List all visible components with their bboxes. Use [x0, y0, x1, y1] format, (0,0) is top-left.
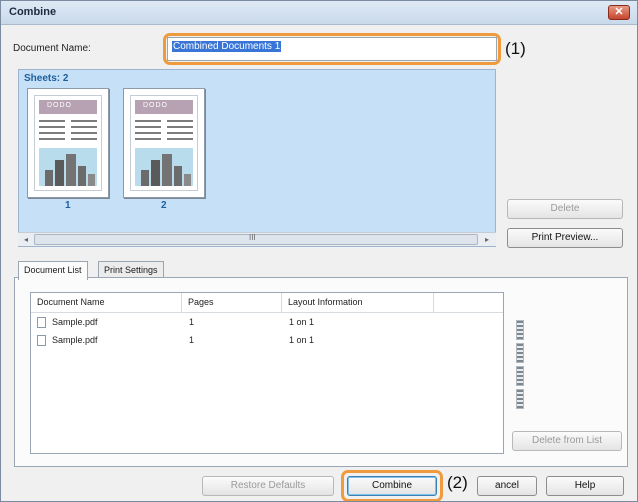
- city-image-icon: [39, 148, 97, 186]
- building-shape: [184, 174, 191, 186]
- text-line: [39, 132, 65, 134]
- scroll-left-icon[interactable]: ◂: [19, 233, 33, 246]
- text-line: [135, 138, 161, 140]
- reorder-controls: [516, 320, 526, 410]
- text-line: [135, 132, 161, 134]
- cell-document-name: Sample.pdf: [52, 317, 98, 327]
- scroll-right-icon[interactable]: ▸: [480, 233, 494, 246]
- text-line: [71, 126, 97, 128]
- title-bar: Combine ✕: [1, 1, 637, 25]
- callout-2-label: (2): [447, 473, 470, 493]
- column-divider[interactable]: [181, 293, 182, 313]
- cancel-button[interactable]: ancel: [477, 476, 537, 496]
- close-button[interactable]: ✕: [608, 5, 630, 20]
- tab-document-list[interactable]: Document List: [18, 261, 88, 280]
- building-shape: [141, 170, 149, 186]
- column-header-layout-information[interactable]: Layout Information: [288, 297, 363, 307]
- page-preview: DODO: [130, 95, 198, 191]
- text-line: [167, 132, 193, 134]
- building-shape: [88, 174, 95, 186]
- sheets-count: Sheets: 2: [24, 73, 69, 84]
- move-to-top-icon[interactable]: [516, 320, 524, 340]
- sheet-number-2: 2: [161, 200, 167, 211]
- column-header-document-name[interactable]: Document Name: [37, 297, 105, 307]
- building-shape: [55, 160, 64, 186]
- print-preview-button[interactable]: Print Preview...: [507, 228, 623, 248]
- text-line: [71, 132, 97, 134]
- cell-layout: 1 on 1: [289, 335, 315, 345]
- text-line: [39, 120, 65, 122]
- column-divider[interactable]: [281, 293, 282, 313]
- page-header-text: DODO: [47, 102, 72, 109]
- restore-defaults-button[interactable]: Restore Defaults: [202, 476, 334, 496]
- move-to-bottom-icon[interactable]: [516, 389, 524, 409]
- sheet-number-1: 1: [65, 200, 71, 211]
- scrollbar-thumb[interactable]: III: [34, 233, 478, 245]
- text-line: [167, 120, 193, 122]
- cell-pages: 1: [189, 335, 195, 345]
- building-shape: [162, 154, 172, 186]
- window-title: Combine: [9, 6, 57, 18]
- move-down-icon[interactable]: [516, 366, 524, 386]
- document-name-label: Document Name:: [13, 43, 91, 54]
- text-line: [135, 120, 161, 122]
- callout-1-label: (1): [505, 39, 526, 58]
- document-list-table[interactable]: Document Name Pages Layout Information S…: [30, 292, 504, 454]
- table-header: Document Name Pages Layout Information: [31, 293, 503, 313]
- text-line: [71, 138, 97, 140]
- column-header-pages[interactable]: Pages: [188, 297, 214, 307]
- cell-document-name: Sample.pdf: [52, 335, 98, 345]
- table-row[interactable]: Sample.pdf 1 1 on 1: [31, 316, 503, 330]
- document-icon: [37, 335, 46, 346]
- text-line: [135, 126, 161, 128]
- cell-layout: 1 on 1: [289, 317, 315, 327]
- column-divider[interactable]: [433, 293, 434, 313]
- cell-pages: 1: [189, 317, 195, 327]
- horizontal-scrollbar[interactable]: ◂ III ▸: [18, 232, 496, 246]
- sheets-preview-area[interactable]: Sheets: 2 DODO 1 DODO 2: [18, 69, 496, 247]
- delete-button[interactable]: Delete: [507, 199, 623, 219]
- building-shape: [151, 160, 160, 186]
- scroll-grip-icon: III: [249, 233, 256, 242]
- document-icon: [37, 317, 46, 328]
- help-button[interactable]: Help: [546, 476, 624, 496]
- combine-dialog: Combine ✕ Document Name: Combined Docume…: [0, 0, 638, 502]
- text-line: [39, 126, 65, 128]
- text-line: [167, 138, 193, 140]
- page-preview: DODO: [34, 95, 102, 191]
- callout-2-highlight: [341, 470, 443, 501]
- sheet-thumbnail-1[interactable]: DODO: [27, 88, 109, 198]
- move-up-icon[interactable]: [516, 343, 524, 363]
- table-row[interactable]: Sample.pdf 1 1 on 1: [31, 334, 503, 348]
- text-line: [167, 126, 193, 128]
- building-shape: [66, 154, 76, 186]
- building-shape: [174, 166, 182, 186]
- delete-from-list-button[interactable]: Delete from List: [512, 431, 622, 451]
- building-shape: [78, 166, 86, 186]
- text-line: [39, 138, 65, 140]
- text-line: [71, 120, 97, 122]
- callout-1-highlight: [163, 33, 501, 65]
- page-header-block: DODO: [135, 100, 193, 114]
- page-header-block: DODO: [39, 100, 97, 114]
- page-header-text: DODO: [143, 102, 168, 109]
- building-shape: [45, 170, 53, 186]
- sheet-thumbnail-2[interactable]: DODO: [123, 88, 205, 198]
- city-image-icon: [135, 148, 193, 186]
